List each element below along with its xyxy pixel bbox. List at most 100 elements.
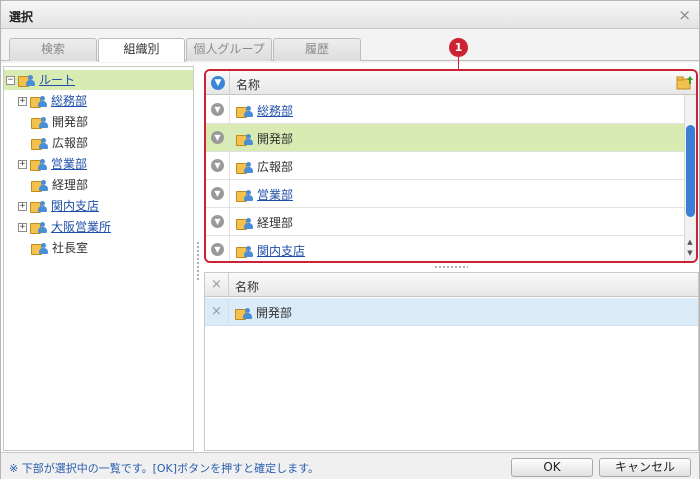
scrollbar-thumb[interactable]	[686, 125, 695, 217]
folder-up-icon[interactable]	[676, 75, 694, 91]
tree-item-label[interactable]: 広報部	[52, 136, 88, 150]
row-name-cell: 広報部	[236, 158, 293, 175]
row-name-cell: 総務部	[236, 102, 293, 119]
candidate-row[interactable]: ▼ 開発部	[206, 124, 684, 152]
selected-list: × 名称 × 開発部	[204, 272, 699, 451]
add-down-icon[interactable]: ▼	[211, 159, 224, 172]
column-header-name: 名称	[235, 280, 260, 294]
expand-icon[interactable]: +	[18, 202, 27, 211]
expand-icon[interactable]: +	[18, 97, 27, 106]
add-down-icon[interactable]: ▼	[211, 131, 224, 144]
selected-label: 開発部	[256, 306, 293, 320]
candidate-label[interactable]: 関内支店	[257, 244, 305, 258]
vertical-scrollbar[interactable]: ▲ ▼	[684, 95, 696, 261]
tree-item[interactable]: 経理部	[31, 175, 88, 195]
row-icon-cell: ▼	[206, 124, 230, 151]
tree-item[interactable]: + 関内支店	[18, 196, 99, 216]
candidate-label[interactable]: 営業部	[257, 188, 293, 202]
candidate-label[interactable]: 総務部	[257, 104, 293, 118]
tree-item[interactable]: + 総務部	[18, 91, 87, 111]
row-name-cell: 経理部	[236, 214, 293, 231]
organization-icon	[31, 242, 49, 256]
title-bar: 選択 ×	[1, 1, 699, 29]
organization-icon	[31, 116, 49, 130]
tree-item[interactable]: + 大阪営業所	[18, 217, 111, 237]
candidate-list-header: ▼ 名称	[206, 71, 696, 95]
organization-icon	[235, 307, 253, 321]
row-name-cell: 開発部	[236, 130, 293, 147]
candidate-label: 広報部	[257, 160, 294, 174]
tree-item[interactable]: 社長室	[31, 238, 88, 258]
add-all-down-icon[interactable]: ▼	[211, 76, 225, 90]
horizontal-splitter-handle[interactable]	[434, 265, 468, 269]
org-tree-pane: − ルート + 総務部 開発部 広報部 + 営業部 経理部 + 関内支店 + 大阪営業所 …	[3, 66, 194, 451]
row-icon-cell: ▼	[206, 208, 230, 235]
organization-icon	[236, 217, 254, 231]
tab-organization[interactable]: 組織別	[98, 38, 185, 62]
tab-search[interactable]: 検索	[9, 38, 97, 61]
row-name-cell: 営業部	[236, 186, 293, 203]
candidate-label: 開発部	[257, 132, 294, 146]
organization-icon	[18, 74, 36, 88]
organization-icon	[30, 158, 48, 172]
selected-row[interactable]: × 開発部	[205, 298, 698, 326]
dialog-footer: ※ 下部が選択中の一覧です。[OK]ボタンを押すと確定します。 OK キャンセル	[1, 452, 699, 479]
callout-line	[458, 57, 459, 69]
organization-icon	[30, 200, 48, 214]
tree-item-label[interactable]: 開発部	[52, 115, 88, 129]
organization-icon	[31, 137, 49, 151]
candidate-row[interactable]: ▼ 総務部	[206, 96, 684, 124]
add-down-icon[interactable]: ▼	[211, 103, 224, 116]
expand-icon[interactable]: +	[18, 160, 27, 169]
organization-icon	[30, 95, 48, 109]
candidate-label: 経理部	[257, 216, 294, 230]
row-icon-cell: ▼	[206, 180, 230, 207]
organization-icon	[31, 179, 49, 193]
scroll-down-icon[interactable]: ▼	[685, 248, 695, 258]
candidate-row[interactable]: ▼ 関内支店	[206, 236, 684, 261]
vertical-splitter-handle[interactable]	[196, 241, 200, 281]
add-down-icon[interactable]: ▼	[211, 215, 224, 228]
add-down-icon[interactable]: ▼	[211, 243, 224, 256]
callout-badge: 1	[449, 38, 468, 57]
row-name-cell: 開発部	[235, 304, 292, 321]
tree-item-label[interactable]: 社長室	[52, 241, 88, 255]
tree-item-label[interactable]: 関内支店	[51, 199, 99, 213]
ok-button[interactable]: OK	[511, 458, 593, 477]
row-icon-cell: ▼	[206, 152, 230, 179]
tree-item-label[interactable]: 大阪営業所	[51, 220, 111, 234]
organization-icon	[30, 221, 48, 235]
remove-icon[interactable]: ×	[205, 298, 229, 325]
organization-icon	[236, 105, 254, 119]
expand-icon[interactable]: +	[18, 223, 27, 232]
tree-item[interactable]: + 営業部	[18, 154, 87, 174]
candidate-row[interactable]: ▼ 経理部	[206, 208, 684, 236]
tree-root-label[interactable]: ルート	[39, 73, 75, 87]
candidate-list: ▼ 名称 ▼ 総務部 ▼ 開発部 ▼ 広報部 ▼ 営業部 ▼ 経理部 ▼ 関内支…	[204, 69, 698, 263]
row-name-cell: 関内支店	[236, 242, 305, 259]
tab-history[interactable]: 履歴	[273, 38, 361, 61]
scroll-up-icon[interactable]: ▲	[685, 237, 695, 247]
cancel-button[interactable]: キャンセル	[599, 458, 691, 477]
column-header-name: 名称	[236, 78, 261, 92]
selected-list-header: × 名称	[205, 273, 698, 297]
dialog-title: 選択	[9, 10, 34, 24]
add-down-icon[interactable]: ▼	[211, 187, 224, 200]
organization-icon	[236, 245, 254, 259]
tree-root[interactable]: − ルート	[4, 70, 193, 90]
tree-item-label[interactable]: 営業部	[51, 157, 87, 171]
tree-item-label[interactable]: 経理部	[52, 178, 88, 192]
footer-hint: ※ 下部が選択中の一覧です。[OK]ボタンを押すと確定します。	[9, 462, 319, 475]
tree-item-label[interactable]: 総務部	[51, 94, 87, 108]
close-icon[interactable]: ×	[678, 6, 691, 24]
tab-personal-group[interactable]: 個人グループ	[186, 38, 272, 61]
collapse-icon[interactable]: −	[6, 76, 15, 85]
candidate-row[interactable]: ▼ 広報部	[206, 152, 684, 180]
row-icon-cell: ▼	[206, 236, 230, 261]
remove-all-icon[interactable]: ×	[205, 273, 229, 297]
tree-item[interactable]: 開発部	[31, 112, 88, 132]
select-dialog: 選択 × 検索 組織別 個人グループ 履歴 − ルート + 総務部 開発部 広報部 …	[0, 0, 700, 479]
organization-icon	[236, 133, 254, 147]
tree-item[interactable]: 広報部	[31, 133, 88, 153]
candidate-row[interactable]: ▼ 営業部	[206, 180, 684, 208]
